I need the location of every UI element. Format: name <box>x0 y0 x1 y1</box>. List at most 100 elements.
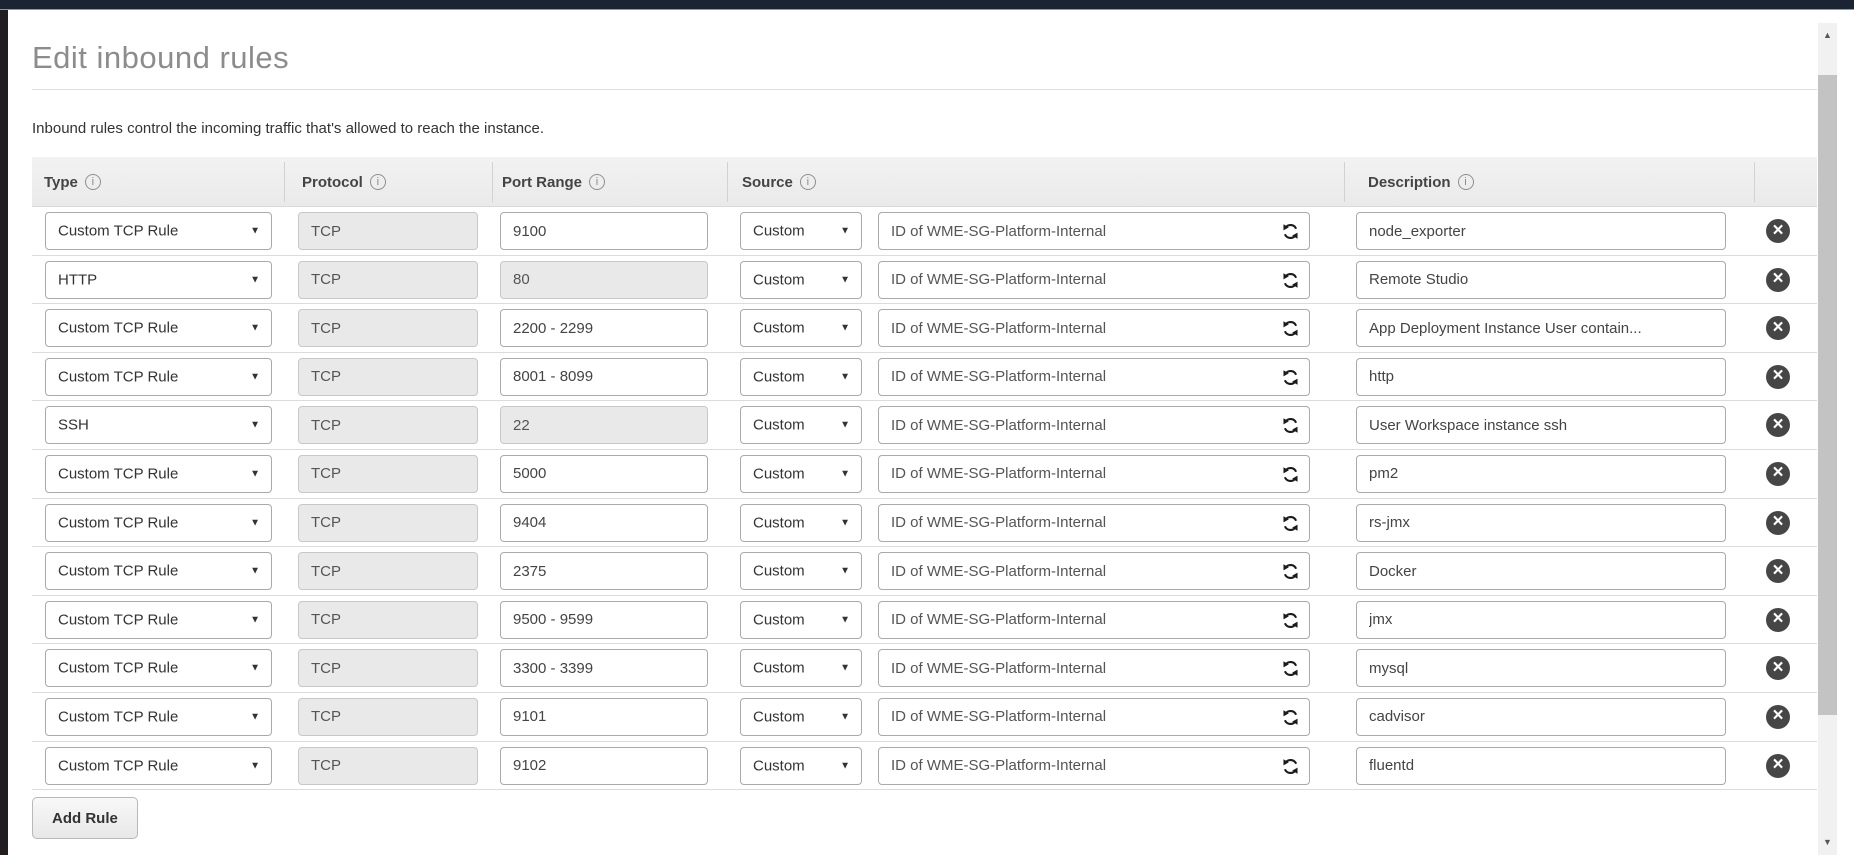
protocol-input <box>298 698 478 736</box>
source-mode-select[interactable]: Custom ▼ <box>740 406 862 444</box>
port-range-input[interactable] <box>500 358 708 396</box>
port-range-input[interactable] <box>500 601 708 639</box>
source-input[interactable] <box>878 406 1310 444</box>
description-input[interactable] <box>1356 698 1726 736</box>
description-input[interactable] <box>1356 212 1726 250</box>
rule-row: Custom TCP Rule ▼ Custom ▼ × <box>32 547 1817 596</box>
delete-rule-button[interactable]: × <box>1766 268 1790 292</box>
type-select[interactable]: Custom TCP Rule ▼ <box>45 455 272 493</box>
port-range-input[interactable] <box>500 747 708 785</box>
delete-rule-button[interactable]: × <box>1766 511 1790 535</box>
source-mode-select[interactable]: Custom ▼ <box>740 455 862 493</box>
description-input[interactable] <box>1356 455 1726 493</box>
port-range-input[interactable] <box>500 504 708 542</box>
source-mode-select[interactable]: Custom ▼ <box>740 261 862 299</box>
header-separator <box>1344 162 1345 202</box>
port-range-input[interactable] <box>500 698 708 736</box>
description-input[interactable] <box>1356 649 1726 687</box>
info-icon[interactable]: i <box>370 174 386 190</box>
source-input[interactable] <box>878 698 1310 736</box>
source-mode-select[interactable]: Custom ▼ <box>740 649 862 687</box>
type-select[interactable]: Custom TCP Rule ▼ <box>45 309 272 347</box>
type-select-value: Custom TCP Rule <box>58 611 178 628</box>
source-mode-select[interactable]: Custom ▼ <box>740 309 862 347</box>
source-mode-select[interactable]: Custom ▼ <box>740 552 862 590</box>
type-select[interactable]: Custom TCP Rule ▼ <box>45 358 272 396</box>
source-mode-select[interactable]: Custom ▼ <box>740 747 862 785</box>
type-select[interactable]: Custom TCP Rule ▼ <box>45 552 272 590</box>
type-select[interactable]: HTTP ▼ <box>45 261 272 299</box>
port-range-input <box>500 261 708 299</box>
delete-rule-button[interactable]: × <box>1766 656 1790 680</box>
delete-rule-button[interactable]: × <box>1766 219 1790 243</box>
refresh-icon <box>1281 319 1300 338</box>
scrollbar[interactable]: ▲ ▼ <box>1818 23 1837 855</box>
description-input[interactable] <box>1356 747 1726 785</box>
port-range-input[interactable] <box>500 309 708 347</box>
description-input[interactable] <box>1356 261 1726 299</box>
x-icon: × <box>1772 512 1783 531</box>
source-mode-select[interactable]: Custom ▼ <box>740 212 862 250</box>
scroll-up-icon[interactable]: ▲ <box>1818 26 1837 44</box>
x-icon: × <box>1772 609 1783 628</box>
source-mode-value: Custom <box>753 514 805 531</box>
description-input[interactable] <box>1356 406 1726 444</box>
type-select-value: Custom TCP Rule <box>58 563 178 580</box>
port-range-input[interactable] <box>500 649 708 687</box>
source-input[interactable] <box>878 504 1310 542</box>
delete-rule-button[interactable]: × <box>1766 608 1790 632</box>
x-icon: × <box>1772 269 1783 288</box>
source-input[interactable] <box>878 212 1310 250</box>
source-input[interactable] <box>878 649 1310 687</box>
delete-rule-button[interactable]: × <box>1766 413 1790 437</box>
type-select-value: Custom TCP Rule <box>58 660 178 677</box>
port-range-input[interactable] <box>500 455 708 493</box>
delete-rule-button[interactable]: × <box>1766 754 1790 778</box>
delete-rule-button[interactable]: × <box>1766 316 1790 340</box>
type-select[interactable]: Custom TCP Rule ▼ <box>45 212 272 250</box>
delete-rule-button[interactable]: × <box>1766 705 1790 729</box>
add-rule-button[interactable]: Add Rule <box>32 797 138 839</box>
source-input[interactable] <box>878 455 1310 493</box>
chevron-down-icon: ▼ <box>250 711 260 722</box>
scroll-down-icon[interactable]: ▼ <box>1818 833 1837 851</box>
x-icon: × <box>1772 221 1783 240</box>
source-input[interactable] <box>878 601 1310 639</box>
page-title: Edit inbound rules <box>32 40 289 76</box>
source-input[interactable] <box>878 552 1310 590</box>
x-icon: × <box>1772 561 1783 580</box>
type-select[interactable]: Custom TCP Rule ▼ <box>45 504 272 542</box>
info-icon[interactable]: i <box>800 174 816 190</box>
type-select[interactable]: Custom TCP Rule ▼ <box>45 649 272 687</box>
source-mode-select[interactable]: Custom ▼ <box>740 698 862 736</box>
type-select[interactable]: Custom TCP Rule ▼ <box>45 698 272 736</box>
type-select[interactable]: Custom TCP Rule ▼ <box>45 747 272 785</box>
delete-rule-button[interactable]: × <box>1766 559 1790 583</box>
rules-rows: Custom TCP Rule ▼ Custom ▼ × HTTP ▼ Cust… <box>32 207 1817 790</box>
source-input[interactable] <box>878 309 1310 347</box>
source-mode-select[interactable]: Custom ▼ <box>740 504 862 542</box>
delete-rule-button[interactable]: × <box>1766 462 1790 486</box>
type-select[interactable]: SSH ▼ <box>45 406 272 444</box>
x-icon: × <box>1772 415 1783 434</box>
port-range-input[interactable] <box>500 212 708 250</box>
info-icon[interactable]: i <box>1458 174 1474 190</box>
chevron-down-icon: ▼ <box>840 420 850 431</box>
source-input[interactable] <box>878 358 1310 396</box>
source-mode-select[interactable]: Custom ▼ <box>740 358 862 396</box>
source-mode-select[interactable]: Custom ▼ <box>740 601 862 639</box>
description-input[interactable] <box>1356 552 1726 590</box>
chevron-down-icon: ▼ <box>840 226 850 237</box>
port-range-input[interactable] <box>500 552 708 590</box>
description-input[interactable] <box>1356 358 1726 396</box>
info-icon[interactable]: i <box>85 174 101 190</box>
description-input[interactable] <box>1356 309 1726 347</box>
scrollbar-thumb[interactable] <box>1818 75 1837 715</box>
description-input[interactable] <box>1356 601 1726 639</box>
info-icon[interactable]: i <box>589 174 605 190</box>
delete-rule-button[interactable]: × <box>1766 365 1790 389</box>
source-input[interactable] <box>878 261 1310 299</box>
description-input[interactable] <box>1356 504 1726 542</box>
source-input[interactable] <box>878 747 1310 785</box>
type-select[interactable]: Custom TCP Rule ▼ <box>45 601 272 639</box>
